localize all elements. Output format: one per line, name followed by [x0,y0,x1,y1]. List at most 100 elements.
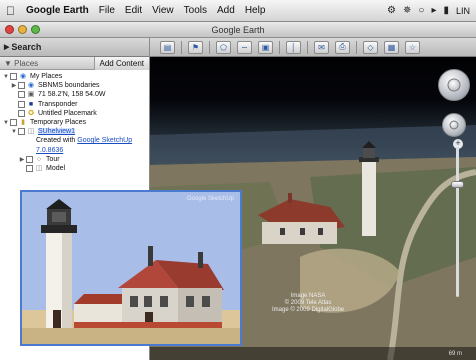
lighthouse-lantern [363,148,375,158]
expand-arrow-icon[interactable]: ▶ [18,156,26,163]
tray-text: LIN [455,5,470,16]
volume-icon[interactable]: ▸ [431,5,436,16]
visibility-checkbox[interactable] [10,119,17,127]
tree-item-label[interactable]: SUhelview1 [38,128,75,136]
tree-item-label: 71 58.2'N, 158 54.0W [38,91,106,99]
status-tray: ⚙ ✵ ○ ▸ ▮ LIN [387,5,470,16]
sky-button[interactable]: ☆ [405,40,420,54]
visibility-checkbox[interactable] [18,109,25,117]
zoom-button[interactable] [31,25,40,34]
minimize-button[interactable] [18,25,27,34]
ground-shadow [22,328,240,344]
visibility-checkbox[interactable] [18,100,25,108]
sync-icon[interactable]: ⚙ [387,5,396,16]
menu-add[interactable]: Add [217,5,235,16]
visibility-checkbox[interactable] [18,128,25,136]
maps-button[interactable]: ◇ [363,40,378,54]
toolbar-divider [356,40,357,54]
menu-tools[interactable]: Tools [184,5,207,16]
zoom-slider-track[interactable] [456,147,459,297]
move-navigation-control[interactable] [442,113,466,137]
house-window [318,228,323,235]
add-content-button[interactable]: Add Content [93,56,149,70]
version-link[interactable]: 7.0.8636 [36,147,63,154]
path-button[interactable]: ∽ [237,40,252,54]
look-joystick[interactable] [447,78,461,92]
tree-item-sbnms[interactable]: ▶ ◉ SBNMS boundaries [0,81,149,90]
visibility-checkbox[interactable] [10,73,17,81]
zoom-slider-handle[interactable] [451,181,464,188]
folder-icon: ▮ [21,119,25,127]
tree-item-label: Transponder [38,100,78,108]
expand-arrow-icon[interactable]: ▼ [2,74,10,80]
menu-help[interactable]: Help [245,5,266,16]
window-title: Google Earth [211,24,265,35]
house-window [130,296,138,307]
house-chimney [148,246,153,266]
close-button[interactable] [5,25,14,34]
wifi-icon[interactable]: ○ [418,5,424,16]
menu-view[interactable]: View [152,5,174,16]
ruler-button[interactable]: │ [286,40,301,54]
tree-item-suhelview[interactable]: ▼ ◫ SUhelview1 [0,127,149,136]
tree-item-label: Untitled Placemark [38,109,97,117]
popup-watermark: Google SketchUp [186,196,234,202]
house-window [186,296,194,307]
visibility-checkbox[interactable] [26,164,33,172]
visibility-checkbox[interactable] [18,82,25,90]
toolbar-divider [279,40,280,54]
search-panel-header[interactable]: ▶ Search [0,37,150,57]
image-overlay-button[interactable]: ▣ [258,40,273,54]
imagery-attribution: Image NASA © 2009 Tele Atlas Image © 200… [272,293,344,314]
visibility-checkbox[interactable] [26,155,33,163]
battery-icon[interactable]: ▮ [443,5,449,16]
layers-button[interactable]: ▦ [384,40,399,54]
lighthouse-door [53,310,61,328]
globe-icon: ◉ [19,73,27,81]
menu-file[interactable]: File [99,5,115,16]
print-button[interactable]: ⎙ [335,40,350,54]
tree-item-label: SBNMS boundaries [38,82,100,90]
places-label[interactable]: ▼ Places [4,59,38,68]
move-joystick[interactable] [449,120,459,130]
placemark-button[interactable]: ⚑ [188,40,203,54]
tree-item-transponder[interactable]: ■ Transponder [0,100,149,109]
tree-item-coordinates[interactable]: ▣ 71 58.2'N, 158 54.0W [0,90,149,99]
pin-icon: ✪ [28,109,34,117]
tree-item-tour[interactable]: ▶ ○ Tour [0,155,149,164]
sidebar-toggle-button[interactable]: ▤ [160,40,175,54]
tree-item-my-places[interactable]: ▼ ◉ My Places [0,72,149,81]
window-titlebar: Google Earth [0,22,476,38]
look-navigation-control[interactable] [438,69,470,101]
expand-arrow-icon[interactable]: ▼ [10,129,18,135]
expand-arrow-icon[interactable]: ▼ [2,120,10,126]
expand-arrow-icon[interactable]: ▶ [10,82,18,89]
attribution-line: © 2009 Tele Atlas [284,300,332,306]
house-chimney [198,252,203,268]
tree-item-untitled-placemark[interactable]: ✪ Untitled Placemark [0,109,149,118]
bluetooth-icon[interactable]: ✵ [403,5,411,16]
tree-item-model[interactable]: ◫ Model [0,164,149,173]
sketchup-link[interactable]: Google SketchUp [77,137,132,144]
house-chimney [288,193,292,203]
search-label: Search [11,42,42,52]
toolbar-divider [181,40,182,54]
house-window [280,228,285,235]
tree-item-temporary-places[interactable]: ▼ ▮ Temporary Places [0,118,149,127]
tree-item-label: Temporary Places [30,119,87,127]
altitude-readout: 69 m [448,350,462,357]
red-foundation [74,322,222,328]
menu-app-name[interactable]: Google Earth [26,5,89,16]
model-icon: ◫ [27,128,35,136]
email-button[interactable]: ✉ [314,40,329,54]
attribution-line: Image NASA [290,293,326,299]
apple-icon[interactable]:  [6,5,16,17]
placemark-icon: ▣ [27,91,35,99]
polygon-button[interactable]: ⬠ [216,40,231,54]
menu-edit[interactable]: Edit [125,5,142,16]
visibility-checkbox[interactable] [18,91,25,99]
mac-menubar:  Google Earth File Edit View Tools Add … [0,0,476,22]
lighthouse-tower-shade [62,232,72,328]
model-icon: ◫ [35,164,43,172]
toolbar-divider [307,40,308,54]
